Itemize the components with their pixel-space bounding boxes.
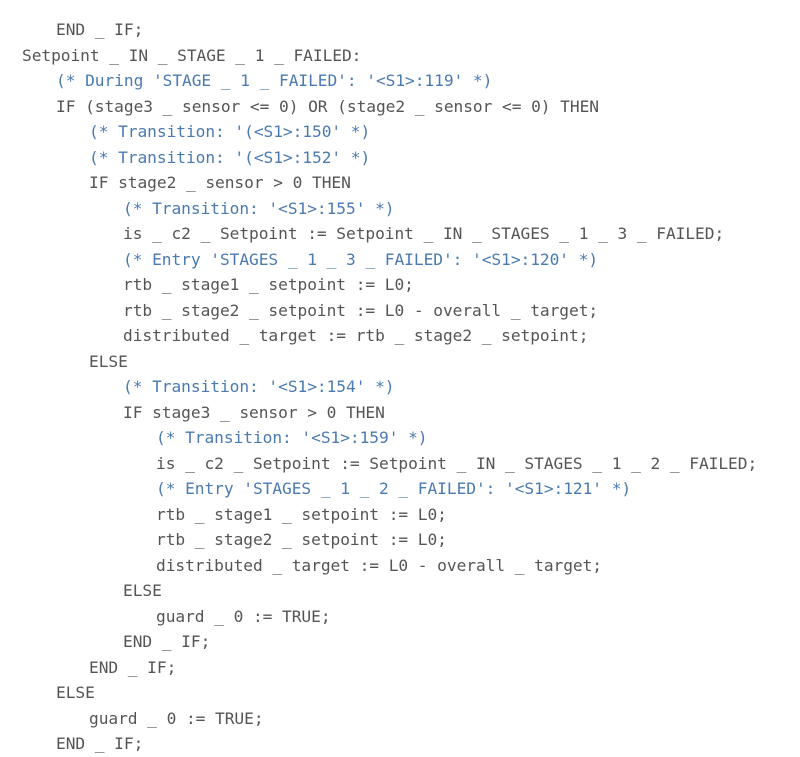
code-line: (* Transition: '(<S1>:150' *) [89,122,371,141]
code-line: IF stage2 _ sensor > 0 THEN [89,173,351,192]
code-line: (* During 'STAGE _ 1 _ FAILED': '<S1>:11… [56,71,493,90]
code-line: END _ IF; [56,20,144,39]
code-line: (* Entry 'STAGES _ 1 _ 3 _ FAILED': '<S1… [123,249,599,269]
code-line: ELSE [56,683,95,702]
code-line: (* Transition: '<S1>:155' *) [123,198,395,218]
code-listing: END _ IF; Setpoint _ IN _ STAGE _ 1 _ FAI… [0,0,800,753]
code-line: END _ IF; [89,657,177,677]
code-line: (* Transition: '<S1>:159' *) [156,428,428,447]
code-line: Setpoint _ IN _ STAGE _ 1 _ FAILED: [22,45,362,65]
code-line: rtb _ stage1 _ setpoint := L0; [156,504,447,524]
code-line: IF (stage3 _ sensor <= 0) OR (stage2 _ s… [56,96,599,116]
code-line: is _ c2 _ Setpoint := Setpoint _ IN _ ST… [123,224,725,243]
code-line: distributed _ target := L0 - overall _ t… [156,555,603,575]
code-line: is _ c2 _ Setpoint := Setpoint _ IN _ ST… [156,453,758,473]
code-block[interactable]: END _ IF; Setpoint _ IN _ STAGE _ 1 _ FAI… [0,17,800,757]
code-line: (* Entry 'STAGES _ 1 _ 2 _ FAILED': '<S1… [156,479,632,498]
code-line: distributed _ target := rtb _ stage2 _ s… [123,326,589,345]
code-line: (* Transition: '(<S1>:152' *) [89,147,371,167]
code-line: guard _ 0 := TRUE; [156,606,331,626]
code-line: rtb _ stage2 _ setpoint := L0; [156,530,447,549]
code-line: (* Transition: '<S1>:154' *) [123,377,395,396]
code-line: rtb _ stage2 _ setpoint := L0 - overall … [123,300,599,320]
code-line: rtb _ stage1 _ setpoint := L0; [123,275,414,294]
code-line: ELSE [89,351,128,371]
code-line: END _ IF; [123,632,211,651]
code-line: IF stage3 _ sensor > 0 THEN [123,402,385,422]
code-line: END _ IF; [56,734,144,753]
code-line: ELSE [123,581,162,600]
code-line: guard _ 0 := TRUE; [89,708,264,728]
